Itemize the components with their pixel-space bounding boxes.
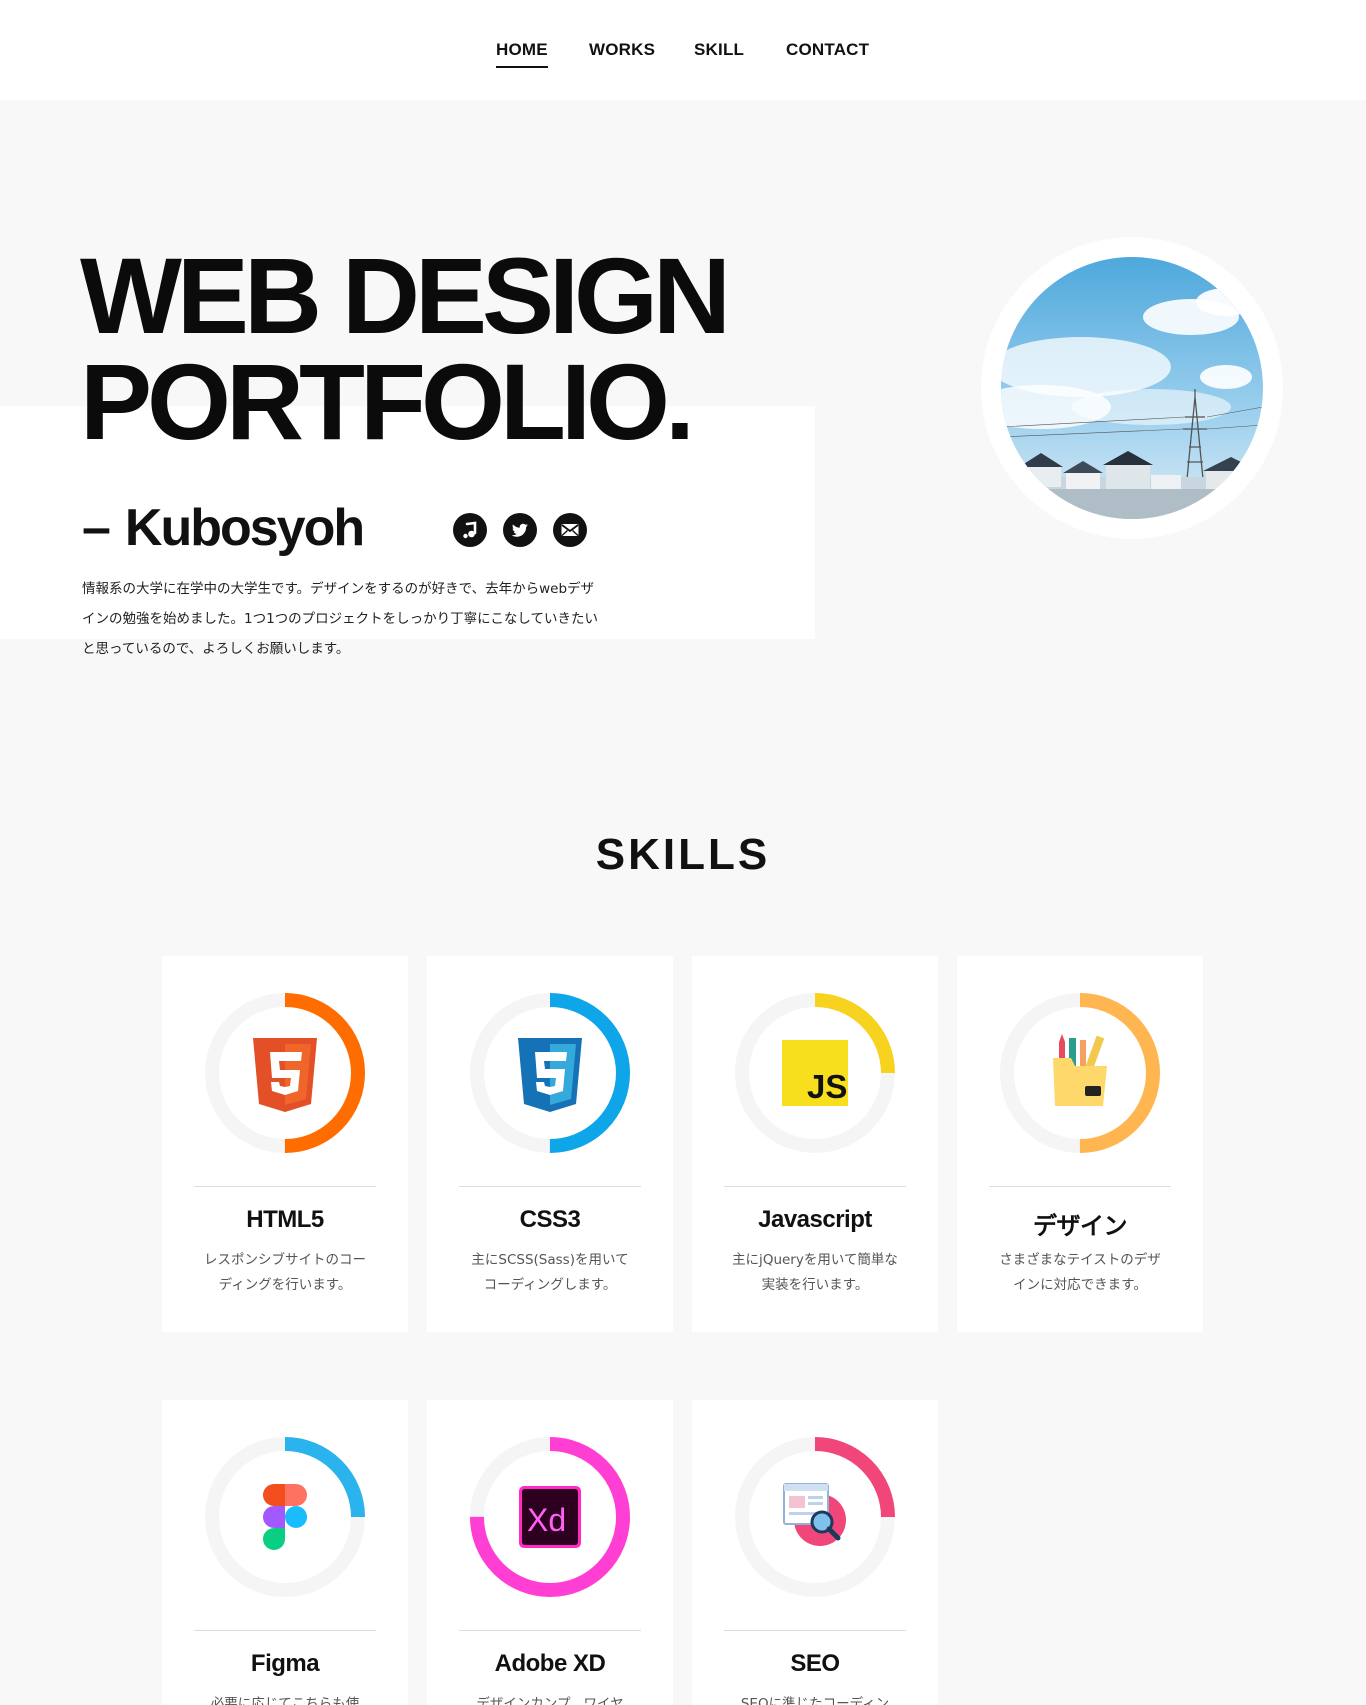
skill-card-figma: Figma 必要に応じてこちらも使 [162, 1400, 408, 1705]
skill-description: デザインカンプ、ワイヤ [476, 1696, 624, 1705]
skill-description: レスポンシブサイトのコーディングを行います。 [204, 1252, 366, 1293]
javascript-icon: JS [782, 1040, 848, 1106]
skill-gauge [470, 993, 630, 1153]
mail-icon[interactable] [553, 513, 587, 547]
skills-title: SKILLS [595, 830, 771, 879]
avatar-frame [981, 237, 1283, 539]
skill-gauge: Xd [470, 1437, 630, 1597]
skill-name: Figma [250, 1650, 320, 1677]
twitter-icon[interactable] [503, 513, 537, 547]
name-dash: – [82, 499, 111, 557]
skill-description: さまざまなテイストのデザインに対応できます。 [999, 1252, 1161, 1293]
svg-text:Xd: Xd [527, 1502, 566, 1538]
skill-name: CSS3 [519, 1206, 581, 1233]
card-divider [989, 1186, 1171, 1187]
skill-card-html5: HTML5 レスポンシブサイトのコーディングを行います。 [162, 956, 408, 1332]
music-note-icon[interactable] [453, 513, 487, 547]
skill-gauge [205, 993, 365, 1153]
skill-name: Javascript [758, 1206, 872, 1233]
card-divider [724, 1186, 906, 1187]
skill-name: HTML5 [246, 1206, 324, 1233]
skill-gauge: JS [735, 993, 895, 1153]
svg-text:JS: JS [807, 1068, 847, 1105]
card-divider [194, 1630, 376, 1631]
card-divider [459, 1186, 641, 1187]
skill-card-css3: CSS3 主にSCSS(Sass)を用いてコーディングします。 [427, 956, 673, 1332]
html5-icon [253, 1038, 317, 1112]
skill-name: SEO [790, 1650, 840, 1677]
seo-icon [783, 1483, 846, 1546]
nav-item-works[interactable]: WORKS [589, 40, 655, 60]
skill-gauge [1000, 993, 1160, 1153]
figma-icon [263, 1484, 307, 1550]
skill-description: 必要に応じてこちらも使 [210, 1696, 360, 1705]
skill-description: 主にSCSS(Sass)を用いてコーディングします。 [471, 1252, 629, 1293]
nav-item-skill[interactable]: SKILL [694, 40, 744, 60]
skill-name: デザイン [1033, 1213, 1128, 1240]
design-tools-icon [1053, 1034, 1107, 1106]
card-divider [459, 1630, 641, 1631]
css3-icon [518, 1038, 582, 1112]
top-nav: HOME WORKS SKILL CONTACT [0, 0, 1366, 100]
skill-gauge [735, 1437, 895, 1597]
adobe-xd-icon: Xd [519, 1486, 581, 1548]
avatar [1001, 257, 1263, 519]
card-divider [194, 1186, 376, 1187]
skill-card-javascript: JS Javascript 主にjQueryを用いて簡単な実装を行います。 [692, 956, 938, 1332]
hero-title-line1: WEB DESIGN [80, 235, 731, 356]
skill-description: SEOに準じたコーディン [740, 1696, 890, 1705]
author-name: – Kubosyoh [82, 498, 365, 558]
skill-gauge [205, 1437, 365, 1597]
skill-card-adobe-xd: Xd Adobe XD デザインカンプ、ワイヤ [427, 1400, 673, 1705]
hero-title-line2: PORTFOLIO. [80, 341, 695, 462]
card-divider [724, 1630, 906, 1631]
skill-card-design: デザイン さまざまなテイストのデザインに対応できます。 [957, 956, 1203, 1332]
nav-menu: HOME WORKS SKILL CONTACT [0, 0, 1366, 100]
nav-item-home[interactable]: HOME [496, 40, 548, 68]
skill-description: 主にjQueryを用いて簡単な実装を行います。 [732, 1252, 898, 1293]
nav-item-contact[interactable]: CONTACT [786, 40, 869, 60]
author-name-text: Kubosyoh [124, 499, 365, 557]
hero-title: WEB DESIGN PORTFOLIO. [80, 235, 731, 462]
skill-name: Adobe XD [494, 1650, 606, 1677]
skill-card-seo: SEO SEOに準じたコーディン [692, 1400, 938, 1705]
hero-description: 情報系の大学に在学中の大学生です。デザインをするのが好きで、去年からwebデザイ… [82, 581, 599, 657]
